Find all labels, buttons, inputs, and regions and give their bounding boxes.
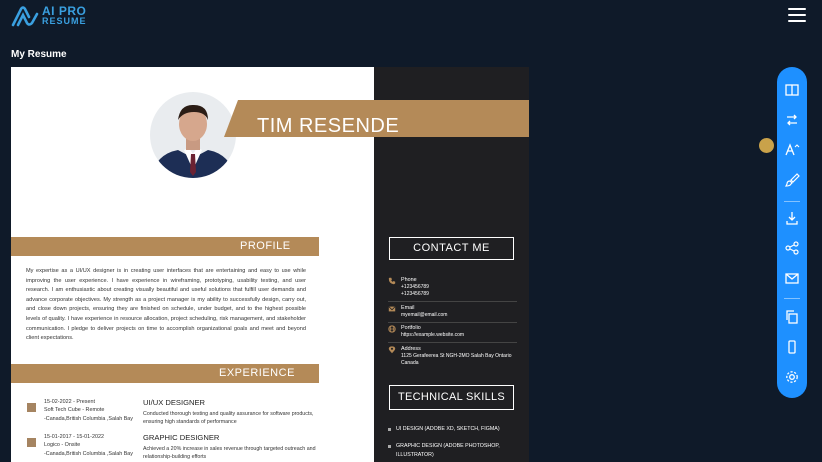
app-logo[interactable]: AI PRO RESUME [10, 4, 87, 28]
location-pin-icon [388, 346, 396, 354]
contact-divider [388, 301, 517, 302]
editor-toolbar [777, 67, 807, 398]
profile-section-title: PROFILE [240, 240, 291, 252]
experience-description: Achieved a 20% increase in sales revenue… [143, 446, 316, 460]
contact-divider [388, 342, 517, 343]
skills-section-title: TECHNICAL SKILLS [389, 385, 514, 410]
email-value: myemail@email.com [401, 312, 448, 318]
profile-text: My expertise as a UI/UX designer is in c… [26, 268, 306, 342]
phone-value: +123456789 [401, 284, 429, 290]
experience-location: -Canada,British Columbia ,Salah Bay [44, 415, 133, 422]
experience-company: Logico - Onsite [44, 442, 81, 449]
contact-divider [388, 322, 517, 323]
email-label: Email [401, 305, 415, 311]
email-icon [388, 306, 396, 312]
swap-icon[interactable] [784, 112, 800, 128]
page-title: My Resume [11, 49, 67, 60]
experience-section-title: EXPERIENCE [219, 367, 295, 379]
contact-section-title: CONTACT ME [389, 237, 514, 260]
experience-dates: 15-02-2022 - Present [44, 399, 95, 405]
logo-mark-icon [11, 6, 39, 27]
experience-role: GRAPHIC DESIGNER [143, 433, 220, 442]
phone-label: Phone [401, 277, 417, 283]
resume-role: UI UX DESIGNER [257, 139, 323, 148]
logo-line1: AI PRO [42, 4, 87, 18]
bullet-square-icon [27, 438, 36, 447]
toolbar-divider [784, 298, 800, 299]
bullet-square-icon [27, 403, 36, 412]
copy-icon[interactable] [784, 309, 800, 325]
share-icon[interactable] [784, 240, 800, 256]
resume-preview[interactable]: PROFILE My expertise as a UI/UX designer… [11, 67, 529, 462]
experience-dates: 15-01-2017 - 15-01-2022 [44, 434, 104, 440]
portfolio-label: Portfolio [401, 325, 421, 331]
skill-item: UI DESIGN (ADOBE XD, SKETCH, FIGMA) [388, 425, 518, 434]
resume-name: TIM RESENDE [257, 115, 400, 137]
settings-icon[interactable] [784, 369, 800, 385]
mobile-icon[interactable] [784, 339, 800, 355]
menu-icon[interactable] [788, 7, 808, 23]
experience-location: -Canada,British Columbia ,Salah Bay [44, 450, 133, 457]
layout-icon[interactable] [784, 82, 800, 98]
logo-line2: RESUME [42, 16, 87, 26]
phone-icon [388, 277, 396, 285]
font-size-icon[interactable] [784, 142, 800, 158]
paint-brush-icon[interactable] [784, 172, 800, 188]
skill-item: GRAPHIC DESIGN (ADOBE PHOTOSHOP, ILLUSTR… [388, 442, 518, 460]
email-icon[interactable] [784, 270, 800, 286]
globe-icon [388, 325, 396, 333]
address-label: Address [401, 346, 421, 352]
logo-text: AI PRO RESUME [42, 4, 87, 26]
experience-company: Soft Tech Cube - Remote [44, 407, 105, 414]
toolbar-divider [784, 201, 800, 202]
portfolio-value: https://example.website.com [401, 332, 465, 338]
top-bar: AI PRO RESUME [0, 0, 822, 34]
download-icon[interactable] [784, 210, 800, 226]
experience-description: Conducted thorough testing and quality a… [143, 411, 314, 425]
experience-role: UI/UX DESIGNER [143, 398, 206, 407]
phone-value: +123456789 [401, 291, 429, 297]
address-value: 1125 Gerafeerea St NGH-2MO Salah Bay Ont… [401, 353, 512, 366]
cursor-indicator [759, 138, 774, 153]
